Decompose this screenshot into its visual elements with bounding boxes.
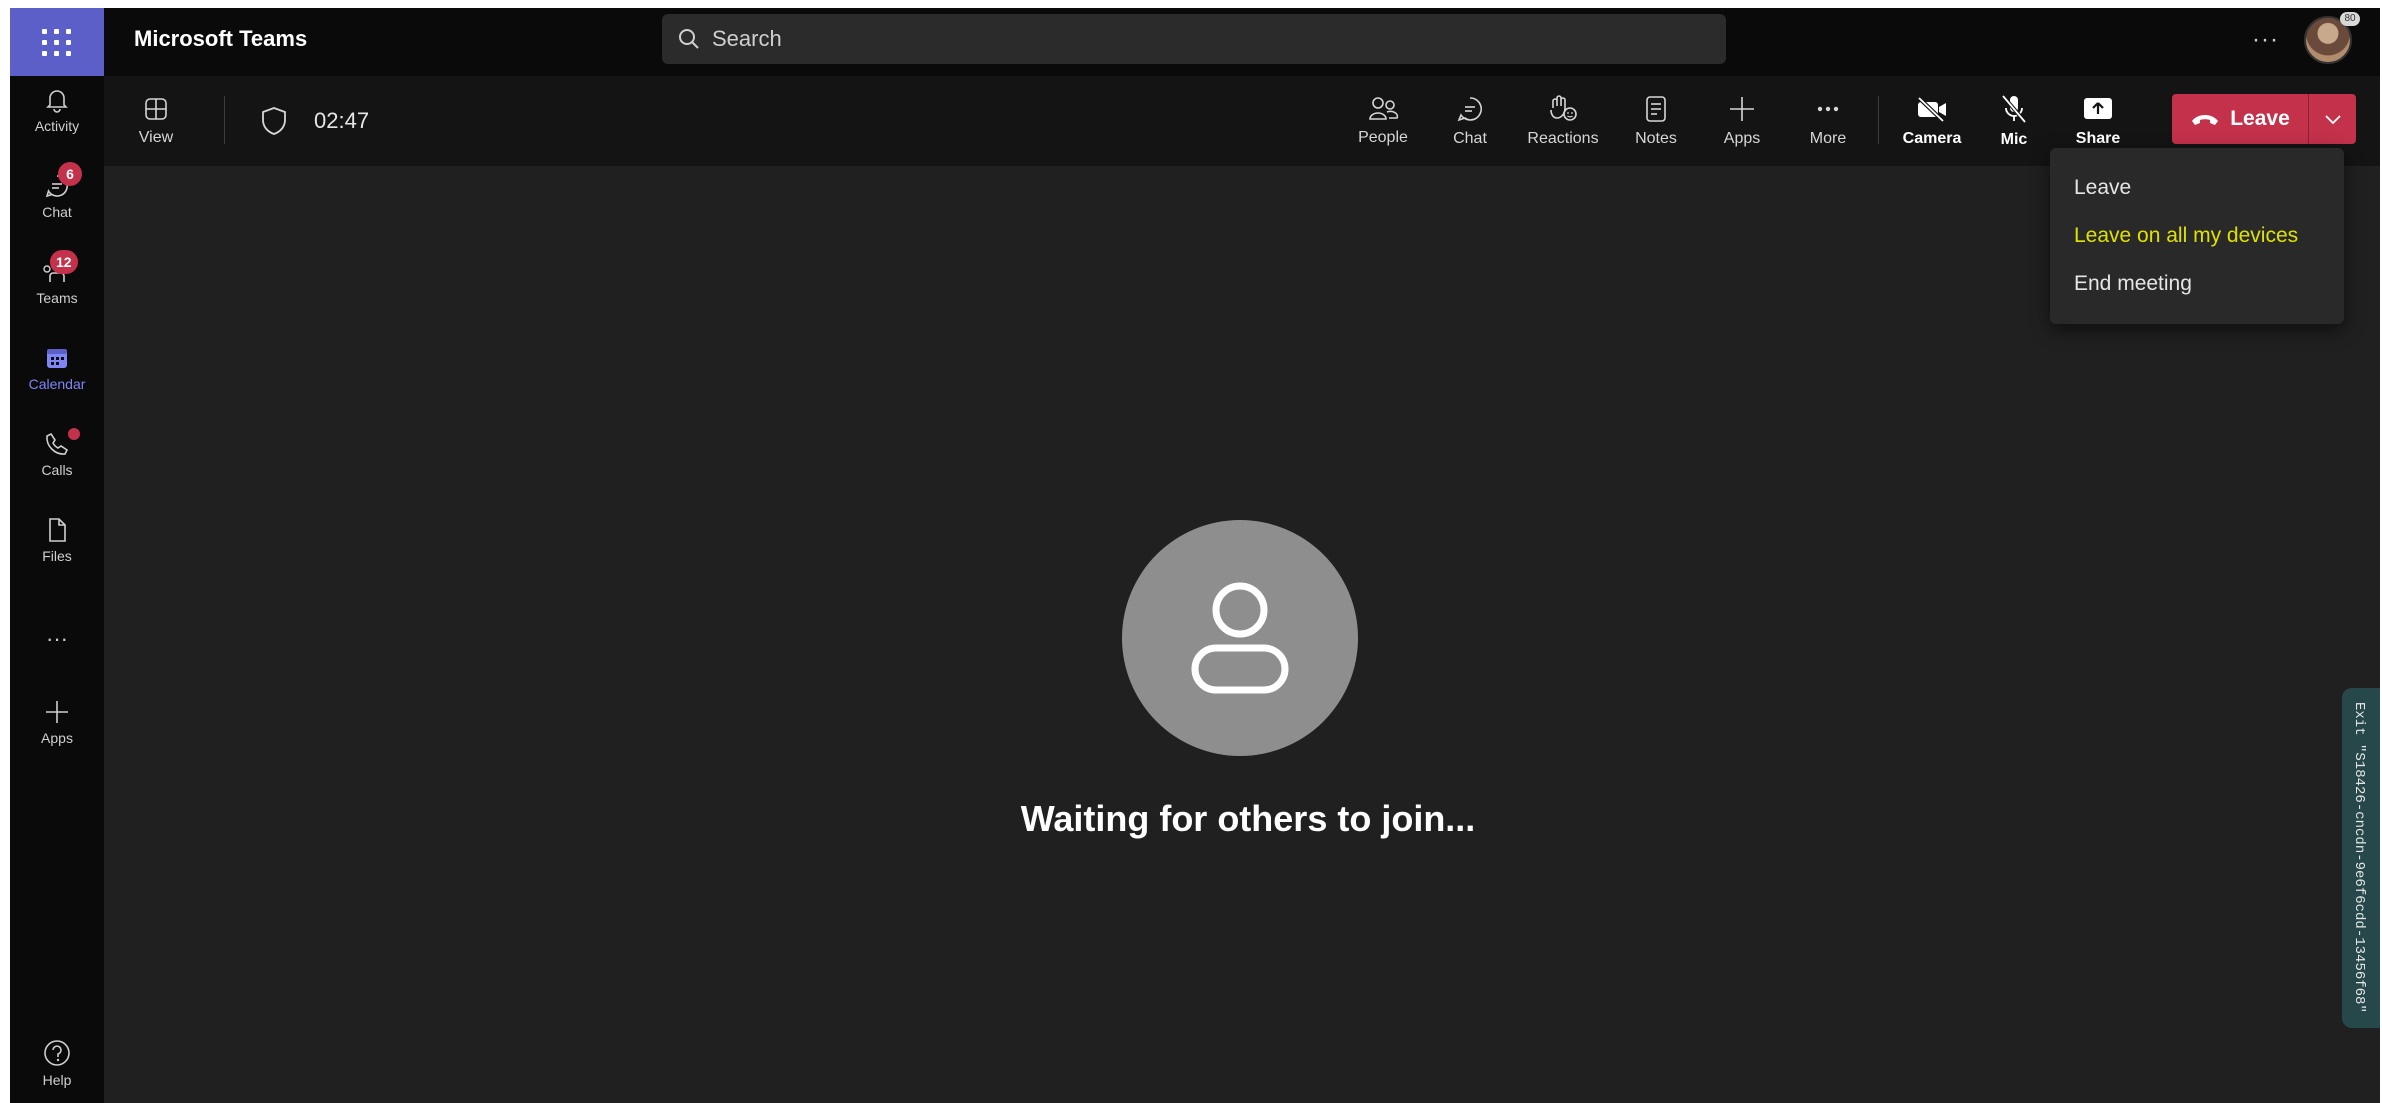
- people-icon: [1369, 97, 1399, 120]
- calendar-icon: [47, 349, 67, 368]
- title-bar: Microsoft Teams ··· 80: [10, 8, 2380, 76]
- people-button[interactable]: People: [1348, 76, 1418, 166]
- rail-item-help[interactable]: Help: [10, 1038, 104, 1088]
- file-icon: [49, 518, 66, 542]
- search-input[interactable]: [712, 26, 1672, 52]
- toolbar-label: People: [1358, 129, 1408, 146]
- grid-view-icon: [145, 98, 167, 120]
- toolbar-label: Chat: [1453, 130, 1487, 147]
- leave-label: Leave: [2230, 107, 2290, 130]
- rail-label: Chat: [42, 204, 72, 220]
- rail-item-calendar[interactable]: Calendar: [10, 344, 104, 392]
- rail-item-teams[interactable]: Teams 12: [10, 250, 104, 306]
- camera-off-icon: [1917, 96, 1946, 123]
- notification-dot: [68, 428, 80, 440]
- toolbar-label: Mic: [2000, 131, 2028, 148]
- notes-icon: [1646, 96, 1666, 122]
- app-launcher-button[interactable]: [10, 8, 104, 76]
- leave-button-group: Leave: [2172, 94, 2356, 144]
- search-box[interactable]: [662, 14, 1726, 64]
- toolbar-label: Reactions: [1527, 130, 1599, 147]
- side-exit-tab[interactable]: Exit "S18426-cncdn-9e6f6cdd-13456f68": [2342, 688, 2380, 1028]
- camera-toggle[interactable]: Camera: [1896, 76, 1968, 166]
- menu-item-leave[interactable]: Leave: [2050, 164, 2344, 212]
- participant-avatar: [1122, 520, 1358, 756]
- toolbar-label: Notes: [1635, 130, 1677, 147]
- toolbar-divider: [224, 96, 225, 144]
- help-icon: [44, 1040, 70, 1066]
- app-title: Microsoft Teams: [134, 26, 308, 51]
- toolbar-label: View: [138, 129, 174, 146]
- rail-item-activity[interactable]: Activity: [10, 86, 104, 134]
- toolbar-label: Apps: [1723, 130, 1761, 147]
- side-tab-label: Exit "S18426-cncdn-9e6f6cdd-13456f68": [2351, 702, 2367, 1013]
- rail-item-calls[interactable]: Calls: [10, 428, 104, 478]
- reactions-icon: [1550, 95, 1577, 121]
- rail-item-more-apps[interactable]: ···: [10, 622, 104, 652]
- notes-button[interactable]: Notes: [1626, 76, 1686, 166]
- shield-icon: [262, 107, 286, 135]
- rail-label: Files: [42, 548, 72, 564]
- toolbar-label: Camera: [1902, 130, 1962, 147]
- search-icon: [679, 29, 699, 49]
- plus-icon: [46, 701, 68, 723]
- meeting-toolbar: View 02:47 People Chat Reactions Notes A…: [104, 76, 2380, 166]
- waffle-icon: [42, 28, 72, 56]
- app-rail: Activity Chat 6 Teams 12 Calendar Calls …: [10, 76, 104, 1103]
- more-icon: ···: [46, 626, 68, 651]
- leave-options-menu: Leave Leave on all my devices End meetin…: [2038, 148, 2344, 324]
- mic-toggle[interactable]: Mic: [1986, 76, 2042, 166]
- meeting-timer: 02:47: [314, 108, 370, 133]
- toolbar-label: Share: [2075, 130, 2121, 147]
- toolbar-divider: [1878, 96, 1879, 144]
- hang-up-icon: [2192, 115, 2219, 125]
- chevron-down-icon: [2324, 115, 2341, 125]
- rail-label: Calls: [41, 462, 73, 478]
- settings-more-button[interactable]: ···: [2252, 26, 2279, 54]
- chat-button[interactable]: Chat: [1440, 76, 1500, 166]
- menu-item-end-meeting[interactable]: End meeting: [2050, 260, 2344, 308]
- phone-icon: [46, 432, 69, 455]
- waiting-message: Waiting for others to join...: [1020, 798, 1476, 839]
- rail-item-files[interactable]: Files: [10, 516, 104, 564]
- plus-icon: [1730, 97, 1754, 121]
- meeting-info-button[interactable]: [254, 76, 294, 166]
- apps-button[interactable]: Apps: [1712, 76, 1772, 166]
- share-screen-icon: [2084, 98, 2112, 119]
- teams-window: Microsoft Teams ··· 80 Activity Chat 6 T…: [10, 8, 2380, 1103]
- toolbar-label: More: [1809, 130, 1847, 147]
- rail-label: Activity: [34, 118, 80, 134]
- bell-icon: [46, 90, 68, 113]
- reactions-button[interactable]: Reactions: [1518, 76, 1608, 166]
- menu-item-leave-all-devices[interactable]: Leave on all my devices: [2038, 208, 2344, 264]
- rail-label: Help: [42, 1072, 72, 1088]
- avatar-badge: 80: [2340, 12, 2360, 26]
- mic-off-icon: [2001, 94, 2027, 124]
- rail-label: Apps: [41, 730, 73, 746]
- unread-badge: 6: [58, 162, 82, 186]
- more-icon: [1817, 106, 1839, 112]
- leave-button[interactable]: Leave: [2172, 94, 2308, 144]
- rail-label: Teams: [36, 290, 78, 306]
- chat-icon: [1457, 97, 1482, 122]
- unread-badge: 12: [50, 250, 78, 274]
- person-icon: [1191, 582, 1289, 694]
- view-button[interactable]: View: [124, 76, 188, 166]
- more-button[interactable]: More: [1798, 76, 1858, 166]
- rail-item-apps[interactable]: Apps: [10, 698, 104, 746]
- leave-options-button[interactable]: [2308, 94, 2356, 144]
- rail-item-chat[interactable]: Chat 6: [10, 162, 104, 220]
- rail-label: Calendar: [28, 376, 86, 392]
